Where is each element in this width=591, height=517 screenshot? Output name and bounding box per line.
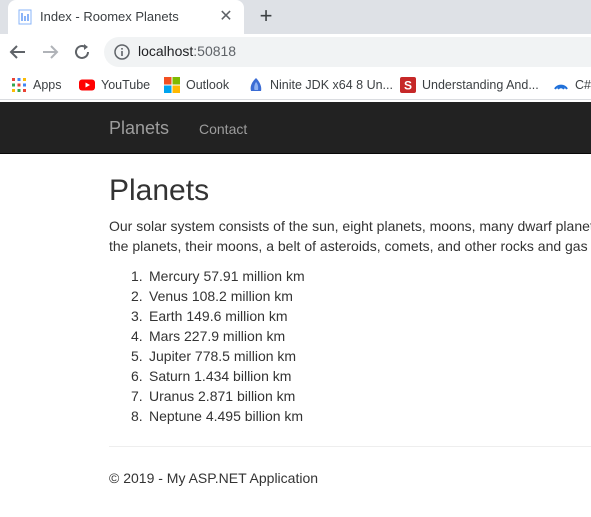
- planet-text: Saturn 1.434 billion km: [149, 368, 292, 384]
- tab-title: Index - Roomex Planets: [40, 9, 179, 24]
- planet-text: Neptune 4.495 billion km: [149, 408, 304, 424]
- list-item: 5. Jupiter 778.5 million km: [131, 346, 305, 366]
- apps-grid-icon: [12, 78, 26, 92]
- reload-icon[interactable]: [71, 41, 93, 63]
- list-number: 1.: [131, 268, 143, 284]
- bookmarks-bar: Apps YouTube Outlook Ninite JDK x64 8 Un…: [0, 70, 591, 100]
- list-item: 4. Mars 227.9 million km: [131, 326, 305, 346]
- intro-line: Our solar system consists of the sun, ei…: [109, 218, 591, 234]
- list-number: 6.: [131, 368, 143, 384]
- list-item: 3. Earth 149.6 million km: [131, 306, 305, 326]
- tab-strip: Index - Roomex Planets ✕ +: [0, 0, 591, 34]
- nav-contact-link[interactable]: Contact: [199, 120, 247, 138]
- planet-text: Earth 149.6 million km: [149, 308, 288, 324]
- office-icon: [164, 77, 180, 93]
- site-navbar: Planets Contact: [0, 102, 591, 154]
- list-number: 8.: [131, 408, 143, 424]
- bookmark-s-icon: S: [400, 77, 416, 93]
- list-item: 8. Neptune 4.495 billion km: [131, 406, 305, 426]
- list-number: 2.: [131, 288, 143, 304]
- bookmark-label: YouTube: [101, 78, 151, 92]
- bookmark-label: C#: [575, 78, 591, 92]
- forward-arrow-icon[interactable]: [39, 41, 61, 63]
- browser-tab[interactable]: Index - Roomex Planets ✕: [8, 0, 244, 34]
- navbar-brand-link[interactable]: Planets: [109, 118, 169, 138]
- info-icon[interactable]: [114, 44, 130, 60]
- bookmark-label: Apps: [33, 78, 62, 92]
- bookmark-label: Understanding And...: [422, 78, 539, 92]
- page-title: Planets: [109, 174, 210, 207]
- planet-text: Mars 227.9 million km: [149, 328, 286, 344]
- list-number: 7.: [131, 388, 143, 404]
- planet-list: 1. Mercury 57.91 million km 2. Venus 108.2…: [131, 266, 305, 426]
- page-favicon-icon: [18, 9, 32, 25]
- url-text: localhost:50818: [138, 43, 236, 59]
- intro-line: the planets, their moons, a belt of aste…: [109, 238, 588, 254]
- list-number: 4.: [131, 328, 143, 344]
- url-host: localhost: [138, 43, 194, 59]
- browser-toolbar: localhost:50818: [0, 34, 591, 70]
- back-arrow-icon[interactable]: [7, 41, 29, 63]
- footer-divider: [109, 446, 591, 447]
- globe-icon: [554, 84, 568, 90]
- list-number: 3.: [131, 308, 143, 324]
- list-item: 2. Venus 108.2 million km: [131, 286, 305, 306]
- list-number: 5.: [131, 348, 143, 364]
- bookmark-label: Outlook: [186, 78, 230, 92]
- close-tab-icon[interactable]: ✕: [217, 8, 235, 26]
- address-bar[interactable]: localhost:50818: [104, 37, 591, 67]
- planet-text: Uranus 2.871 billion km: [149, 388, 296, 404]
- intro-paragraph: Our solar system consists of the sun, ei…: [109, 216, 591, 256]
- youtube-icon: [79, 79, 95, 91]
- new-tab-icon[interactable]: +: [255, 5, 277, 27]
- bookmark-label: Ninite JDK x64 8 Un...: [270, 78, 393, 92]
- footer-text: © 2019 - My ASP.NET Application: [109, 470, 319, 486]
- planet-text: Mercury 57.91 million km: [149, 268, 305, 284]
- planet-text: Jupiter 778.5 million km: [149, 348, 297, 364]
- list-item: 1. Mercury 57.91 million km: [131, 266, 305, 286]
- list-item: 7. Uranus 2.871 billion km: [131, 386, 305, 406]
- planet-text: Venus 108.2 million km: [149, 288, 293, 304]
- list-item: 6. Saturn 1.434 billion km: [131, 366, 305, 386]
- svg-text:S: S: [404, 79, 412, 93]
- ninite-icon: [250, 78, 262, 91]
- url-port: :50818: [193, 43, 237, 59]
